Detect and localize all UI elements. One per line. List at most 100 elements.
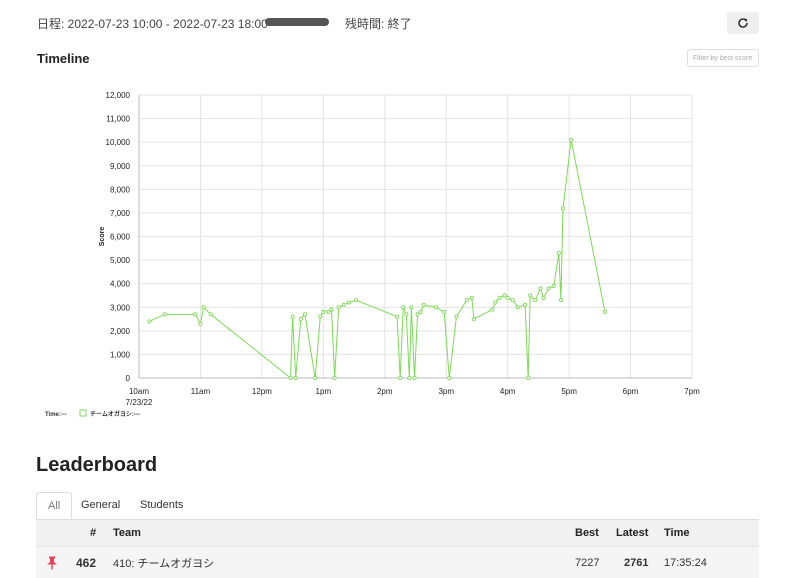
x-tick-label: 2pm <box>377 387 393 396</box>
refresh-icon <box>738 18 748 28</box>
data-point <box>329 307 334 312</box>
x-tick-label: 6pm <box>623 387 639 396</box>
column-time: Time <box>664 527 690 539</box>
row-latest: 2761 <box>624 556 649 569</box>
data-point <box>288 375 293 381</box>
data-point <box>497 295 502 300</box>
data-point <box>469 295 474 300</box>
data-point <box>602 309 608 315</box>
x-tick-label: 10am <box>129 387 149 396</box>
data-point <box>162 312 167 317</box>
y-tick-label: 9,000 <box>110 162 131 171</box>
timeline-title: Timeline <box>37 51 90 66</box>
table-row[interactable]: 462 410: チームオガヨシ 7227 2761 17:35:24 <box>36 546 759 578</box>
column-best: Best <box>575 527 599 539</box>
y-tick-label: 4,000 <box>110 280 131 289</box>
x-tick-label: 5pm <box>561 387 577 396</box>
data-point <box>302 312 307 317</box>
leaderboard-tabs: All General Students <box>36 492 759 520</box>
data-point <box>551 283 556 289</box>
y-tick-label: 6,000 <box>110 233 131 242</box>
data-point <box>395 314 400 319</box>
data-point <box>418 309 423 315</box>
data-point <box>398 375 403 381</box>
legend-series-label: チームオガヨシ:--- <box>90 410 140 418</box>
y-tick-label: 12,000 <box>106 91 131 100</box>
data-point <box>515 305 520 310</box>
data-point <box>193 312 198 317</box>
data-point <box>336 305 341 310</box>
x-tick-label: 12pm <box>252 387 272 396</box>
row-team[interactable]: 410: チームオガヨシ <box>113 547 214 578</box>
data-point <box>533 298 538 303</box>
row-best: 7227 <box>575 556 600 569</box>
row-time: 17:35:24 <box>664 556 707 569</box>
data-point <box>433 305 439 310</box>
legend-swatch <box>79 409 87 417</box>
y-tick-label: 10,000 <box>106 138 131 147</box>
refresh-button[interactable] <box>727 12 759 34</box>
column-rank: # <box>90 527 97 539</box>
data-point <box>313 375 318 381</box>
data-point <box>464 298 469 303</box>
x-tick-label: 11am <box>191 387 211 396</box>
table-header: # Team Best Latest Time <box>36 520 759 546</box>
data-point <box>326 309 331 315</box>
data-point <box>354 298 359 303</box>
data-point <box>147 319 152 324</box>
top-bar: 日程: 2022-07-23 10:00 - 2022-07-23 18:00 … <box>0 0 800 44</box>
data-point <box>198 321 203 326</box>
data-point <box>290 314 295 319</box>
data-point <box>409 305 414 310</box>
data-point <box>332 375 337 381</box>
tab-general[interactable]: General <box>81 492 120 519</box>
leaderboard-title: Leaderboard <box>36 454 158 476</box>
progress-bar <box>265 18 329 26</box>
tab-students[interactable]: Students <box>140 492 183 519</box>
data-point <box>454 314 459 319</box>
data-point <box>412 375 417 381</box>
x-tick-label: 3pm <box>438 387 454 396</box>
pin-icon[interactable] <box>46 547 58 578</box>
data-point <box>293 375 298 381</box>
filter-by-best-score-input[interactable] <box>687 49 759 67</box>
data-point <box>298 316 303 322</box>
y-tick-label: 3,000 <box>110 303 131 312</box>
x-tick-label: 7pm <box>684 387 700 396</box>
legend-time-label: Time:--- <box>45 412 67 418</box>
data-point <box>421 302 426 307</box>
data-point <box>490 307 495 312</box>
data-point <box>560 206 566 211</box>
column-latest: Latest <box>616 527 649 539</box>
y-tick-label: 11,000 <box>106 115 130 124</box>
data-point <box>558 298 563 303</box>
y-tick-label: 2,000 <box>110 327 131 336</box>
data-point <box>502 293 507 298</box>
y-tick-label: 7,000 <box>110 209 131 218</box>
data-point <box>447 375 452 381</box>
timeline-chart: 0 1,000 2,000 3,000 4,000 5,000 6,000 7,000 8,00… <box>45 91 700 418</box>
remaining-time-text: 残時間: 終了 <box>345 17 412 31</box>
series-line <box>149 139 606 380</box>
y-tick-label: 1,000 <box>110 350 131 359</box>
data-point <box>541 295 546 300</box>
data-point <box>404 312 409 317</box>
data-point <box>510 298 515 303</box>
data-point <box>471 316 476 322</box>
data-point <box>346 300 351 305</box>
data-point <box>523 302 528 307</box>
y-tick-label: 8,000 <box>110 185 131 194</box>
data-point <box>407 375 412 381</box>
schedule-text: 日程: 2022-07-23 10:00 - 2022-07-23 18:00 <box>37 17 268 31</box>
data-point <box>442 309 447 315</box>
data-point <box>208 312 213 317</box>
data-point <box>493 300 498 305</box>
data-point <box>526 375 531 381</box>
x-tick-label: 4pm <box>500 387 516 396</box>
y-axis-label: Score <box>99 227 106 247</box>
column-team: Team <box>113 527 141 539</box>
data-point <box>546 286 551 291</box>
tab-all[interactable]: All <box>36 492 73 519</box>
data-point <box>538 286 543 291</box>
data-point <box>556 250 561 256</box>
